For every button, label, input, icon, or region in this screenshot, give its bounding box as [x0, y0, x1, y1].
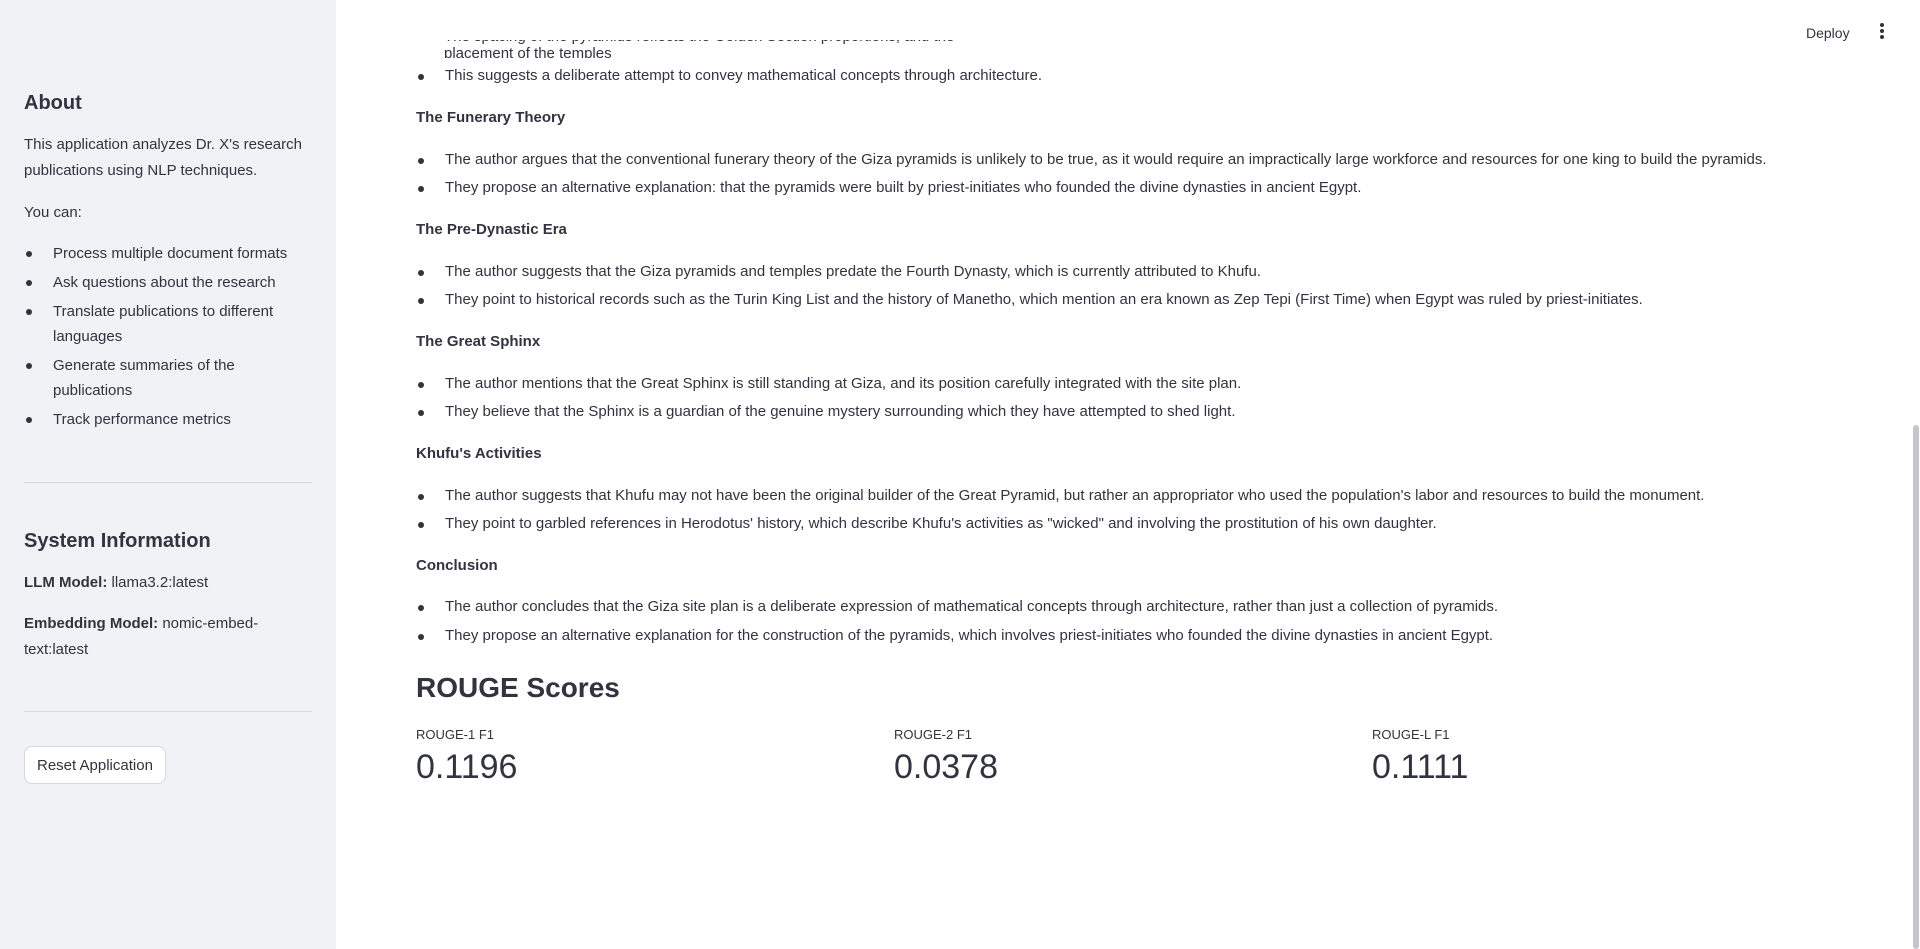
sidebar-divider [24, 482, 312, 483]
about-description: This application analyzes Dr. X's resear… [24, 136, 302, 179]
rouge-scores-heading: ROUGE Scores [416, 672, 620, 703]
metric-value: 0.0378 [894, 748, 998, 786]
summary-bullet: They propose an alternative explanation:… [416, 177, 1361, 199]
summary-bullet: The author suggests that Khufu may not h… [416, 485, 1704, 507]
partial-text-line: The spacing of the pyramids reflects the… [444, 40, 954, 58]
summary-bullet: They believe that the Sphinx is a guardi… [416, 401, 1235, 423]
you-can-label: You can: [24, 204, 82, 221]
capabilities-list: Process multiple document formats Ask qu… [24, 241, 314, 436]
summary-bullet: They propose an alternative explanation … [416, 625, 1493, 647]
embedding-model-info: Embedding Model: nomic-embed-text:latest [24, 611, 314, 663]
system-info-title: System Information [24, 530, 211, 552]
sidebar-divider [24, 711, 312, 712]
summary-bullet: The author mentions that the Great Sphin… [416, 373, 1241, 395]
deploy-button[interactable]: Deploy [1800, 20, 1856, 46]
reset-application-button[interactable]: Reset Application [24, 746, 166, 784]
capability-item: Generate summaries of the publications [24, 353, 314, 403]
embedding-model-label: Embedding Model: [24, 615, 159, 632]
summary-bullet: This suggests a deliberate attempt to co… [416, 65, 1042, 87]
section-title: The Funerary Theory [416, 109, 566, 126]
section-title: Conclusion [416, 557, 498, 574]
summary-bullet: They point to garbled references in Hero… [416, 513, 1437, 535]
section-title: Khufu's Activities [416, 445, 542, 462]
section-title: The Pre-Dynastic Era [416, 221, 567, 238]
capability-item: Ask questions about the research [24, 270, 314, 295]
capability-item: Translate publications to different lang… [24, 299, 314, 349]
app-root: About This application analyzes Dr. X's … [0, 0, 1920, 949]
llm-model-label: LLM Model: [24, 574, 108, 591]
metric-value: 0.1111 [1372, 748, 1469, 786]
llm-model-info: LLM Model: llama3.2:latest [24, 570, 314, 596]
section-title: The Great Sphinx [416, 333, 541, 350]
rouge-l-metric: ROUGE-L F1 0.1111 [1372, 727, 1468, 787]
rouge-1-metric: ROUGE-1 F1 0.1196 [416, 727, 517, 787]
rouge-2-metric: ROUGE-2 F1 0.0378 [894, 727, 998, 787]
metric-label: ROUGE-2 F1 [894, 727, 973, 742]
scrollbar-thumb[interactable] [1913, 425, 1919, 949]
summary-bullet: They point to historical records such as… [416, 289, 1643, 311]
kebab-menu-icon[interactable] [1874, 23, 1890, 43]
capability-item: Track performance metrics [24, 407, 314, 432]
metric-label: ROUGE-1 F1 [416, 727, 495, 742]
sidebar: About This application analyzes Dr. X's … [0, 0, 336, 949]
metric-value: 0.1196 [416, 748, 518, 786]
summary-bullet: The author concludes that the Giza site … [416, 596, 1498, 618]
summary-bullet: The author suggests that the Giza pyrami… [416, 261, 1261, 283]
llm-model-value: llama3.2:latest [111, 574, 209, 591]
metric-label: ROUGE-L F1 [1372, 727, 1450, 742]
about-title: About [24, 92, 82, 114]
capability-item: Process multiple document formats [24, 241, 314, 266]
summary-bullet: The author argues that the conventional … [416, 149, 1767, 171]
